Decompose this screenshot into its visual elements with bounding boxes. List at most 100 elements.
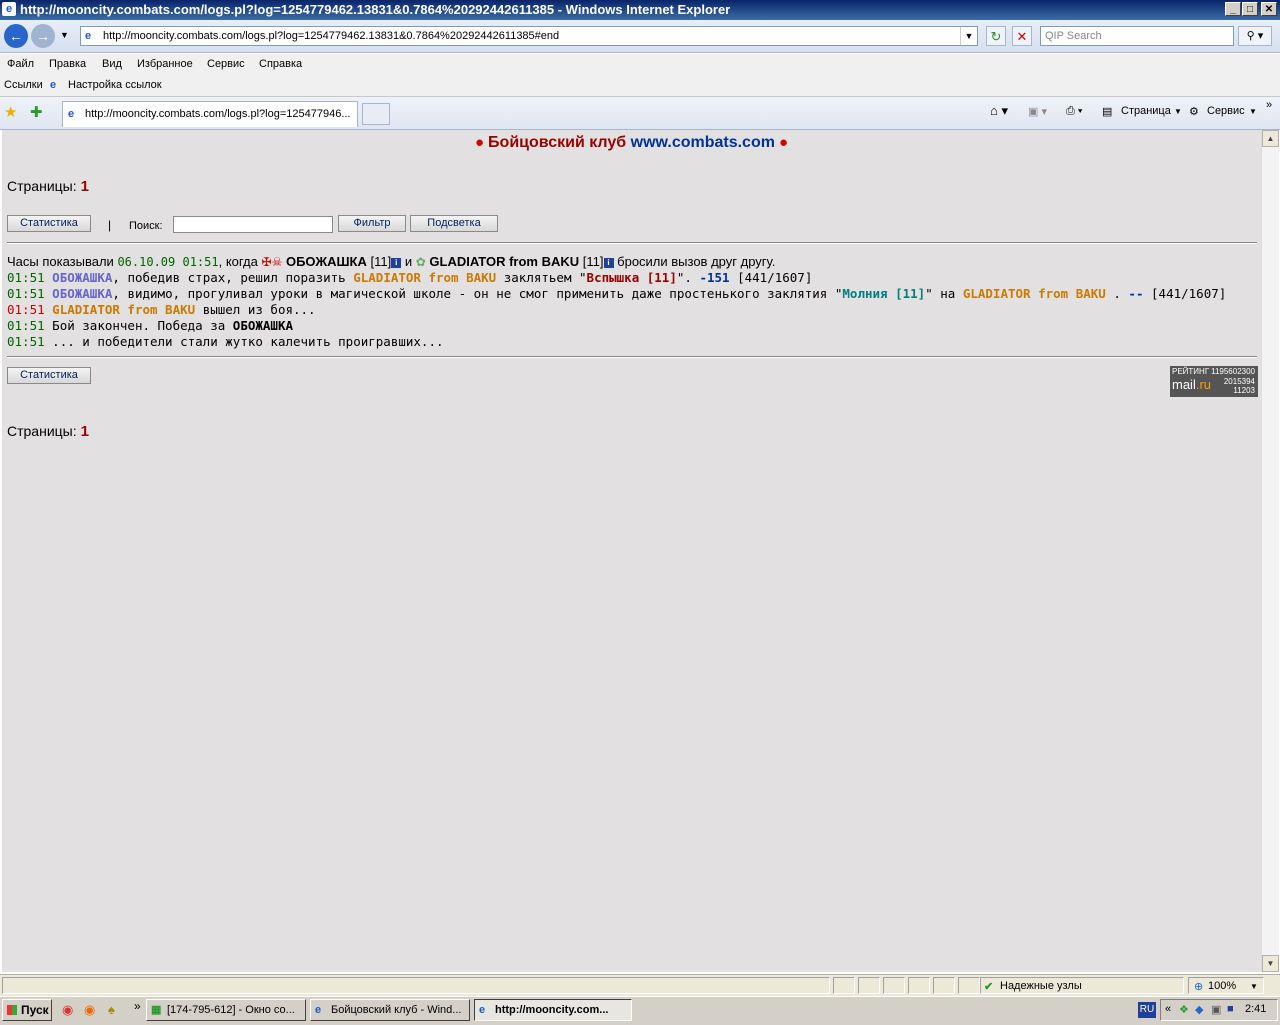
menu-view[interactable]: Вид xyxy=(102,58,122,70)
menu-help[interactable]: Справка xyxy=(259,58,302,70)
log-text: заклятьем " xyxy=(503,270,587,285)
spell-name: Вспышка [11] xyxy=(586,270,677,285)
player2-name[interactable]: GLADIATOR from BAKU xyxy=(429,254,579,269)
clan-emblem-icon: ✿ xyxy=(415,255,426,269)
tray-app-icon[interactable]: ◆ xyxy=(1195,1003,1203,1016)
address-input[interactable]: http://mooncity.combats.com/logs.pl?log=… xyxy=(103,30,559,42)
spell-name: Молния [11] xyxy=(842,286,926,301)
pages-bottom: Страницы: 1 xyxy=(7,423,89,440)
header-site-link[interactable]: www.combats.com xyxy=(631,134,775,151)
tray-expand-icon[interactable]: « xyxy=(1165,1003,1171,1015)
intro-suffix: бросили вызов друг другу. xyxy=(617,254,776,269)
task-label: [174-795-612] - Окно со... xyxy=(167,1004,295,1016)
home-icon[interactable]: ⌂ ▾ xyxy=(990,103,1008,119)
tools-menu-dropdown-icon[interactable]: ▼ xyxy=(1249,107,1257,116)
address-dropdown-icon[interactable]: ▼ xyxy=(960,27,977,45)
log-line-4: 01:51 Бой закончен. Победа за ОБОЖАШКА xyxy=(7,318,293,334)
divider xyxy=(7,356,1257,358)
mailru-rating-counter[interactable]: РЕЙТИНГ mail.ru 1195602300 2015394 11203 xyxy=(1170,366,1258,397)
vertical-scrollbar[interactable]: ▲ ▼ xyxy=(1261,130,1279,972)
counter-brand-ru: .ru xyxy=(1195,377,1212,392)
start-button[interactable]: Пуск xyxy=(2,999,52,1021)
history-dropdown-icon[interactable]: ▼ xyxy=(60,30,69,40)
taskbar-item-qip[interactable]: ▦ [174-795-612] - Окно со... xyxy=(146,999,306,1021)
log-search-input[interactable] xyxy=(173,216,333,233)
tools-gear-icon[interactable]: ⚙ xyxy=(1189,105,1199,118)
quicklaunch-more-icon[interactable]: » xyxy=(134,999,141,1013)
pages-label: Страницы: xyxy=(7,178,77,194)
close-button[interactable]: ✕ xyxy=(1261,2,1277,16)
app-icon[interactable]: ♠ xyxy=(108,1002,115,1017)
status-seg xyxy=(858,977,880,994)
player1-name[interactable]: ОБОЖАШКА xyxy=(286,254,367,269)
damage-value: -151 xyxy=(699,270,730,285)
menu-file[interactable]: Файл xyxy=(7,58,34,70)
player2-info-icon[interactable]: i xyxy=(603,257,614,268)
winner-name: ОБОЖАШКА xyxy=(232,318,294,333)
taskbar-item-combats[interactable]: e Бойцовский клуб - Wind... xyxy=(310,999,470,1021)
page-number-link[interactable]: 1 xyxy=(81,178,89,195)
status-seg xyxy=(833,977,855,994)
favorites-star-icon[interactable]: ★ xyxy=(4,103,17,121)
counter-value-2: 2015394 xyxy=(1223,377,1255,386)
log-time: 01:51 xyxy=(7,302,45,317)
link-customize[interactable]: Настройка ссылок xyxy=(68,79,162,91)
log-text: вышел из боя... xyxy=(202,302,316,317)
task-label: http://mooncity.com... xyxy=(495,1004,609,1016)
tab-active[interactable]: e http://mooncity.combats.com/logs.pl?lo… xyxy=(62,101,358,127)
counter-value-1: 1195602300 xyxy=(1211,367,1255,376)
status-seg xyxy=(883,977,905,994)
page-menu-dropdown-icon[interactable]: ▼ xyxy=(1174,107,1182,116)
firefox-icon[interactable]: ◉ xyxy=(84,1002,95,1018)
player2-name: GLADIATOR from BAKU xyxy=(353,270,497,285)
ie-icon: e xyxy=(479,1004,486,1016)
menu-edit[interactable]: Правка xyxy=(49,58,86,70)
scroll-down-icon[interactable]: ▼ xyxy=(1262,955,1279,972)
menu-favorites[interactable]: Избранное xyxy=(137,58,193,70)
chevron-more-icon[interactable]: » xyxy=(1266,99,1272,111)
stop-icon[interactable]: ✕ xyxy=(1012,26,1032,46)
maximize-button[interactable]: □ xyxy=(1242,2,1258,16)
minimize-button[interactable]: _ xyxy=(1225,2,1241,16)
tools-menu[interactable]: Сервис xyxy=(1207,105,1245,117)
statistics-button-bottom[interactable]: Статистика xyxy=(7,367,91,384)
tray-network-icon[interactable]: ❖ xyxy=(1179,1003,1189,1016)
log-time: 01:51 xyxy=(7,286,45,301)
player2-name: GLADIATOR from BAKU xyxy=(52,302,196,317)
print-icon[interactable]: ⎙ ▾ xyxy=(1066,105,1082,118)
back-arrow-icon[interactable]: ← xyxy=(4,24,28,48)
feeds-icon[interactable]: ▣ ▾ xyxy=(1028,105,1047,118)
address-bar[interactable]: e http://mooncity.combats.com/logs.pl?lo… xyxy=(80,26,978,46)
player1-level: [11] xyxy=(370,254,392,269)
player1-info-icon[interactable]: i xyxy=(391,257,402,268)
statistics-button[interactable]: Статистика xyxy=(7,215,91,232)
forward-arrow-icon[interactable]: → xyxy=(31,24,55,48)
chrome-icon[interactable]: ◉ xyxy=(62,1002,73,1018)
player1-name: ОБОЖАШКА xyxy=(52,270,113,285)
page-menu[interactable]: Страница xyxy=(1121,105,1171,117)
taskbar-item-mooncity[interactable]: e http://mooncity.com... xyxy=(474,999,632,1021)
tray-volume-icon[interactable]: ▣ xyxy=(1211,1003,1221,1016)
page-number-link[interactable]: 1 xyxy=(81,423,89,440)
add-favorite-icon[interactable]: ✚ xyxy=(30,103,43,121)
log-time: 01:51 xyxy=(7,318,45,333)
language-indicator[interactable]: RU xyxy=(1138,1002,1156,1018)
refresh-icon[interactable]: ↻ xyxy=(986,26,1006,46)
checkmark-icon: ✔ xyxy=(984,981,994,993)
menu-tools[interactable]: Сервис xyxy=(207,58,245,70)
tray-security-icon[interactable]: ■ xyxy=(1227,1003,1234,1015)
status-seg xyxy=(908,977,930,994)
zoom-dropdown-icon[interactable]: ▼ xyxy=(1250,982,1258,991)
zoom-level[interactable]: 100% xyxy=(1208,980,1236,992)
links-bar: Ссылки e Настройка ссылок xyxy=(0,74,1280,97)
ie-icon: e xyxy=(315,1004,322,1016)
highlight-button[interactable]: Подсветка xyxy=(410,215,498,232)
window-title: http://mooncity.combats.com/logs.pl?log=… xyxy=(20,2,731,17)
log-text: " на xyxy=(925,286,956,301)
page-menu-icon[interactable]: ▤ xyxy=(1102,105,1112,118)
search-icon[interactable]: ⚲ ▾ xyxy=(1238,26,1272,46)
filter-button[interactable]: Фильтр xyxy=(338,215,406,232)
new-tab-button[interactable] xyxy=(362,103,390,125)
scroll-up-icon[interactable]: ▲ xyxy=(1262,130,1279,147)
search-input[interactable]: QIP Search xyxy=(1040,26,1234,46)
